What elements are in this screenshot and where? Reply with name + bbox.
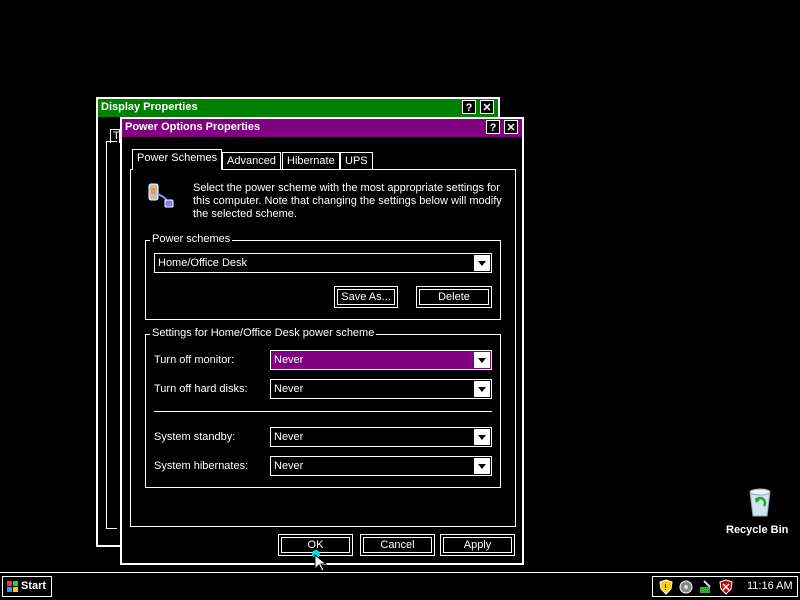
apply-label: Apply [463,539,492,551]
start-button[interactable]: Start [2,576,52,597]
system-tray: ! 11:16 AM [652,576,798,597]
delete-label: Delete [438,291,470,303]
power-plug-icon [145,182,175,210]
power-options-window: Power Options Properties ? ✕ Power Schem… [120,117,524,565]
power-help-button[interactable]: ? [486,120,500,134]
display-tab-panel [106,141,117,529]
settings-legend: Settings for Home/Office Desk power sche… [150,327,377,339]
chevron-down-icon [474,255,490,271]
recycle-bin-desktop-icon[interactable]: Recycle Bin [722,486,798,540]
settings-divider [154,411,492,412]
chevron-down-icon [474,429,490,445]
system-standby-select[interactable]: Never [270,427,492,447]
tab-hibernate-label: Hibernate [287,155,335,167]
tab-advanced[interactable]: Advanced [222,152,281,170]
recycle-bin-label: Recycle Bin [726,524,789,536]
save-as-label: Save As... [341,291,391,303]
chevron-down-icon [474,458,490,474]
system-hibernates-select[interactable]: Never [270,456,492,476]
tab-power-schemes[interactable]: Power Schemes [132,149,223,170]
turn-off-hard-disks-value: Never [274,383,304,395]
system-hibernates-value: Never [274,460,304,472]
turn-off-hard-disks-select[interactable]: Never [270,379,492,399]
tab-hibernate[interactable]: Hibernate [282,152,340,170]
display-tab-stub-label: T [113,130,120,142]
display-help-button[interactable]: ? [462,100,476,114]
power-options-titlebar[interactable]: Power Options Properties ? ✕ [122,119,522,137]
turn-off-monitor-value: Never [274,354,304,366]
svg-text:!: ! [664,583,667,592]
power-schemes-legend: Power schemes [150,233,233,245]
description-line-2: this computer. Note that changing the se… [193,195,502,207]
power-scheme-select[interactable]: Home/Office Desk [154,253,492,273]
system-standby-label: System standby: [154,431,236,443]
display-properties-titlebar[interactable]: Display Properties ? ✕ [98,99,498,117]
display-close-button[interactable]: ✕ [480,100,494,114]
clock[interactable]: 11:16 AM [747,580,793,592]
save-as-button[interactable]: Save As... [334,286,398,308]
security-shield-icon[interactable]: ! [658,579,674,595]
settings-group: Settings for Home/Office Desk power sche… [145,327,501,488]
description-line-1: Select the power scheme with the most ap… [193,182,500,194]
tab-advanced-label: Advanced [227,155,276,167]
tab-panel: Select the power scheme with the most ap… [130,169,516,527]
turn-off-monitor-select[interactable]: Never [270,350,492,370]
safely-remove-icon[interactable] [698,579,714,595]
power-schemes-group: Power schemes Home/Office Desk Save As..… [145,233,501,320]
display-tab-stub[interactable]: T [110,129,120,143]
cancel-label: Cancel [380,539,415,551]
system-standby-value: Never [274,431,304,443]
mouse-cursor-icon [312,549,328,572]
power-scheme-value: Home/Office Desk [158,257,248,269]
display-properties-title: Display Properties [101,101,198,113]
apply-button[interactable]: Apply [440,534,515,556]
turn-off-monitor-label: Turn off monitor: [154,354,235,366]
delete-button[interactable]: Delete [416,286,492,308]
system-hibernates-label: System hibernates: [154,460,249,472]
tab-ups-label: UPS [345,155,368,167]
tab-power-schemes-label: Power Schemes [137,152,218,164]
tab-ups[interactable]: UPS [340,152,373,170]
turn-off-hard-disks-label: Turn off hard disks: [154,383,248,395]
power-options-title: Power Options Properties [125,121,261,133]
chevron-down-icon [474,352,490,368]
chevron-down-icon [474,381,490,397]
power-close-button[interactable]: ✕ [504,120,518,134]
network-icon[interactable] [678,579,694,595]
recycle-bin-icon [746,486,774,518]
start-label: Start [21,580,47,592]
description-text: Select the power scheme with the most ap… [193,182,502,221]
taskbar: Start ! 11:16 AM [0,572,800,600]
windows-logo-icon [7,581,18,592]
cancel-button[interactable]: Cancel [360,534,435,556]
security-alert-icon[interactable] [718,579,734,595]
description-line-3: the selected scheme. [193,208,297,220]
